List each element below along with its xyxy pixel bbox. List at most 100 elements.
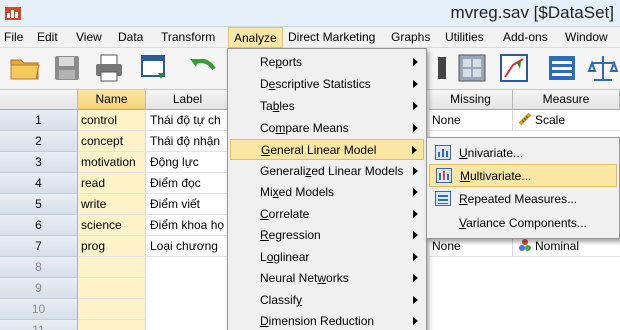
measure-cell[interactable]: Scale bbox=[513, 110, 620, 131]
name-cell[interactable]: prog bbox=[78, 236, 146, 257]
menu-item-loglinear[interactable]: Loglinear bbox=[230, 247, 424, 268]
menu-item-mixed-models[interactable]: Mixed Models bbox=[230, 182, 424, 203]
name-cell[interactable] bbox=[78, 320, 146, 330]
menu-item-tables[interactable]: Tables bbox=[230, 96, 424, 117]
name-cell[interactable]: concept bbox=[78, 131, 146, 152]
menu-item-label: Loglinear bbox=[260, 250, 310, 264]
name-cell[interactable] bbox=[78, 299, 146, 320]
measure-value: Scale bbox=[535, 113, 566, 127]
label-cell[interactable]: Loại chương bbox=[146, 236, 230, 257]
menu-graphs[interactable]: Graphs bbox=[391, 30, 430, 44]
submenu-item-univariate[interactable]: Univariate... bbox=[429, 142, 617, 165]
menu-item-label: Descriptive Statistics bbox=[260, 77, 371, 91]
submenu-arrow-icon bbox=[413, 58, 418, 66]
menu-item-classify[interactable]: Classify bbox=[230, 290, 424, 311]
name-cell[interactable] bbox=[78, 278, 146, 299]
menu-analyze[interactable]: Analyze bbox=[228, 27, 283, 48]
label-cell[interactable]: Thái độ tự ch bbox=[146, 110, 230, 131]
menu-item-general-linear-model[interactable]: General Linear Model bbox=[230, 139, 424, 160]
missing-cell[interactable]: None bbox=[429, 110, 513, 131]
menu-item-label: Reports bbox=[260, 55, 303, 69]
open-folder-icon[interactable] bbox=[8, 51, 42, 85]
dialog-recall-icon[interactable] bbox=[138, 51, 172, 85]
menu-add-ons[interactable]: Add-ons bbox=[503, 30, 548, 44]
name-cell[interactable]: science bbox=[78, 215, 146, 236]
undo-icon[interactable] bbox=[186, 51, 220, 85]
print-icon[interactable] bbox=[92, 51, 126, 85]
submenu-arrow-icon bbox=[413, 317, 418, 325]
label-cell[interactable]: Động lực bbox=[146, 152, 230, 173]
submenu-item-multivariate[interactable]: Multivariate... bbox=[429, 164, 617, 187]
column-header-label[interactable]: Label bbox=[146, 90, 230, 110]
row-header[interactable]: 11 bbox=[0, 320, 78, 330]
menu-item-label: Mixed Models bbox=[260, 185, 335, 199]
menu-direct-marketing[interactable]: Direct Marketing bbox=[288, 30, 375, 44]
menu-item-label: Tables bbox=[260, 99, 295, 113]
analyze-menu: Reports Descriptive Statistics Tables Co… bbox=[227, 48, 427, 330]
row-header[interactable]: 1 bbox=[0, 110, 78, 131]
row-header-corner bbox=[0, 90, 78, 110]
row-header[interactable]: 7 bbox=[0, 236, 78, 257]
menu-transform[interactable]: Transform bbox=[161, 30, 215, 44]
menu-item-label: Regression bbox=[260, 228, 321, 242]
menu-item-label: Generalized Linear Models bbox=[260, 164, 404, 178]
submenu-item-variance-components[interactable]: Variance Components... bbox=[429, 212, 617, 235]
menu-item-reports[interactable]: Reports bbox=[230, 52, 424, 73]
scale-icon[interactable] bbox=[586, 51, 620, 85]
save-icon[interactable] bbox=[50, 51, 84, 85]
submenu-arrow-icon bbox=[413, 253, 418, 261]
row-header[interactable]: 8 bbox=[0, 257, 78, 278]
label-cell[interactable]: Thái độ nhận bbox=[146, 131, 230, 152]
window-title: mvreg.sav [$DataSet] bbox=[450, 3, 614, 22]
label-cell[interactable]: Điểm viết bbox=[146, 194, 230, 215]
menu-item-label: General Linear Model bbox=[261, 143, 377, 157]
submenu-item-repeated-measures[interactable]: Repeated Measures... bbox=[429, 188, 617, 211]
row-header[interactable]: 2 bbox=[0, 131, 78, 152]
menu-bar: File Edit View Data Transform Analyze Di… bbox=[0, 27, 620, 48]
missing-cell[interactable]: None bbox=[429, 236, 513, 257]
name-cell[interactable]: read bbox=[78, 173, 146, 194]
menu-window[interactable]: Window bbox=[565, 30, 608, 44]
spss-app-icon[interactable] bbox=[4, 4, 22, 22]
weight-cases-icon[interactable] bbox=[497, 51, 531, 85]
row-header[interactable]: 5 bbox=[0, 194, 78, 215]
multivariate-icon bbox=[436, 168, 452, 183]
measure-cell[interactable]: Nominal bbox=[513, 236, 620, 257]
row-header[interactable]: 9 bbox=[0, 278, 78, 299]
name-cell[interactable]: write bbox=[78, 194, 146, 215]
menu-item-neural-networks[interactable]: Neural Networks bbox=[230, 268, 424, 289]
label-cell[interactable]: Điểm đọc bbox=[146, 173, 230, 194]
menu-item-dimension-reduction[interactable]: Dimension Reduction bbox=[230, 311, 424, 330]
row-header[interactable]: 4 bbox=[0, 173, 78, 194]
submenu-item-label: Repeated Measures... bbox=[459, 192, 578, 206]
menu-item-descriptive-statistics[interactable]: Descriptive Statistics bbox=[230, 74, 424, 95]
submenu-arrow-icon bbox=[413, 231, 418, 239]
menu-file[interactable]: File bbox=[4, 30, 23, 44]
submenu-item-label: Variance Components... bbox=[459, 216, 587, 230]
menu-item-label: Dimension Reduction bbox=[260, 314, 375, 328]
menu-item-compare-means[interactable]: Compare Means bbox=[230, 118, 424, 139]
value-labels-icon[interactable] bbox=[545, 51, 579, 85]
menu-utilities[interactable]: Utilities bbox=[445, 30, 484, 44]
row-header[interactable]: 3 bbox=[0, 152, 78, 173]
select-cases-icon[interactable] bbox=[455, 51, 489, 85]
label-cell[interactable]: Điểm khoa họ bbox=[146, 215, 230, 236]
nominal-icon bbox=[519, 239, 531, 251]
name-cell[interactable] bbox=[78, 257, 146, 278]
row-header[interactable]: 6 bbox=[0, 215, 78, 236]
column-header-measure[interactable]: Measure bbox=[513, 90, 620, 110]
submenu-arrow-icon bbox=[413, 274, 418, 282]
name-cell[interactable]: motivation bbox=[78, 152, 146, 173]
menu-item-regression[interactable]: Regression bbox=[230, 225, 424, 246]
menu-data[interactable]: Data bbox=[118, 30, 143, 44]
menu-view[interactable]: View bbox=[76, 30, 102, 44]
submenu-arrow-icon bbox=[413, 124, 418, 132]
name-cell[interactable]: control bbox=[78, 110, 146, 131]
menu-item-generalized-linear-models[interactable]: Generalized Linear Models bbox=[230, 161, 424, 182]
menu-edit[interactable]: Edit bbox=[37, 30, 58, 44]
column-header-name[interactable]: Name bbox=[78, 90, 146, 110]
column-header-missing[interactable]: Missing bbox=[429, 90, 513, 110]
menu-item-correlate[interactable]: Correlate bbox=[230, 204, 424, 225]
row-header[interactable]: 10 bbox=[0, 299, 78, 320]
menu-item-label: Classify bbox=[260, 293, 303, 307]
